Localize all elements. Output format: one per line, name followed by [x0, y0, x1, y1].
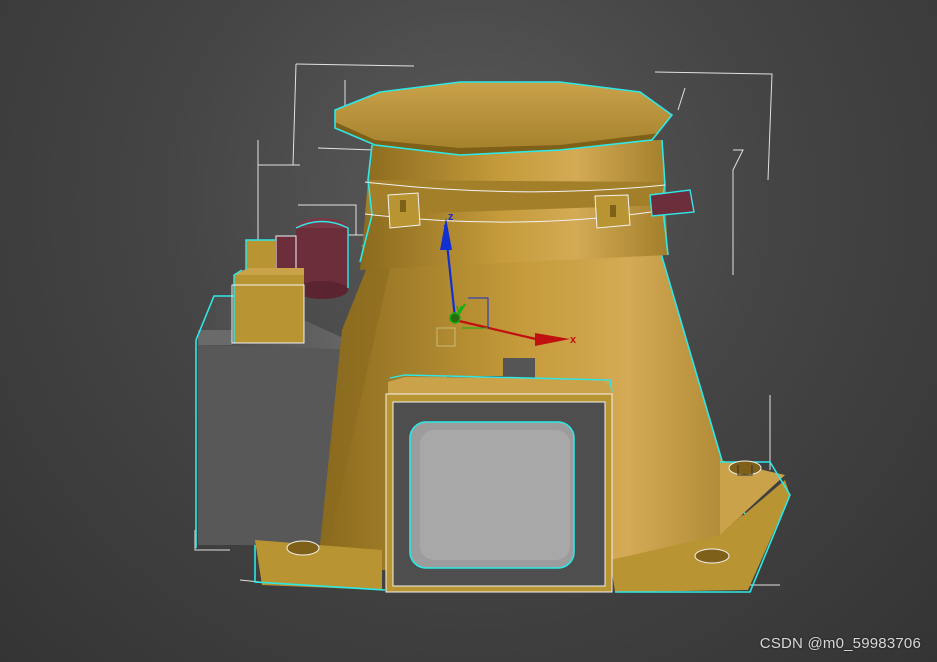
- gizmo-z-label: z: [448, 211, 454, 223]
- watermark-text: CSDN @m0_59983706: [759, 635, 921, 652]
- neck-clip-right[interactable]: [594, 194, 631, 229]
- gizmo-y-label: y: [456, 303, 463, 315]
- front-panel[interactable]: [385, 358, 613, 593]
- side-knob[interactable]: [649, 189, 695, 217]
- top-cap-plate[interactable]: [334, 81, 674, 156]
- gizmo-x-label: x: [570, 334, 577, 346]
- scene-canvas[interactable]: z x y: [0, 0, 937, 662]
- 3d-viewport[interactable]: z x y CSDN @m0_59983706: [0, 0, 937, 662]
- neck-clip-left[interactable]: [387, 192, 421, 229]
